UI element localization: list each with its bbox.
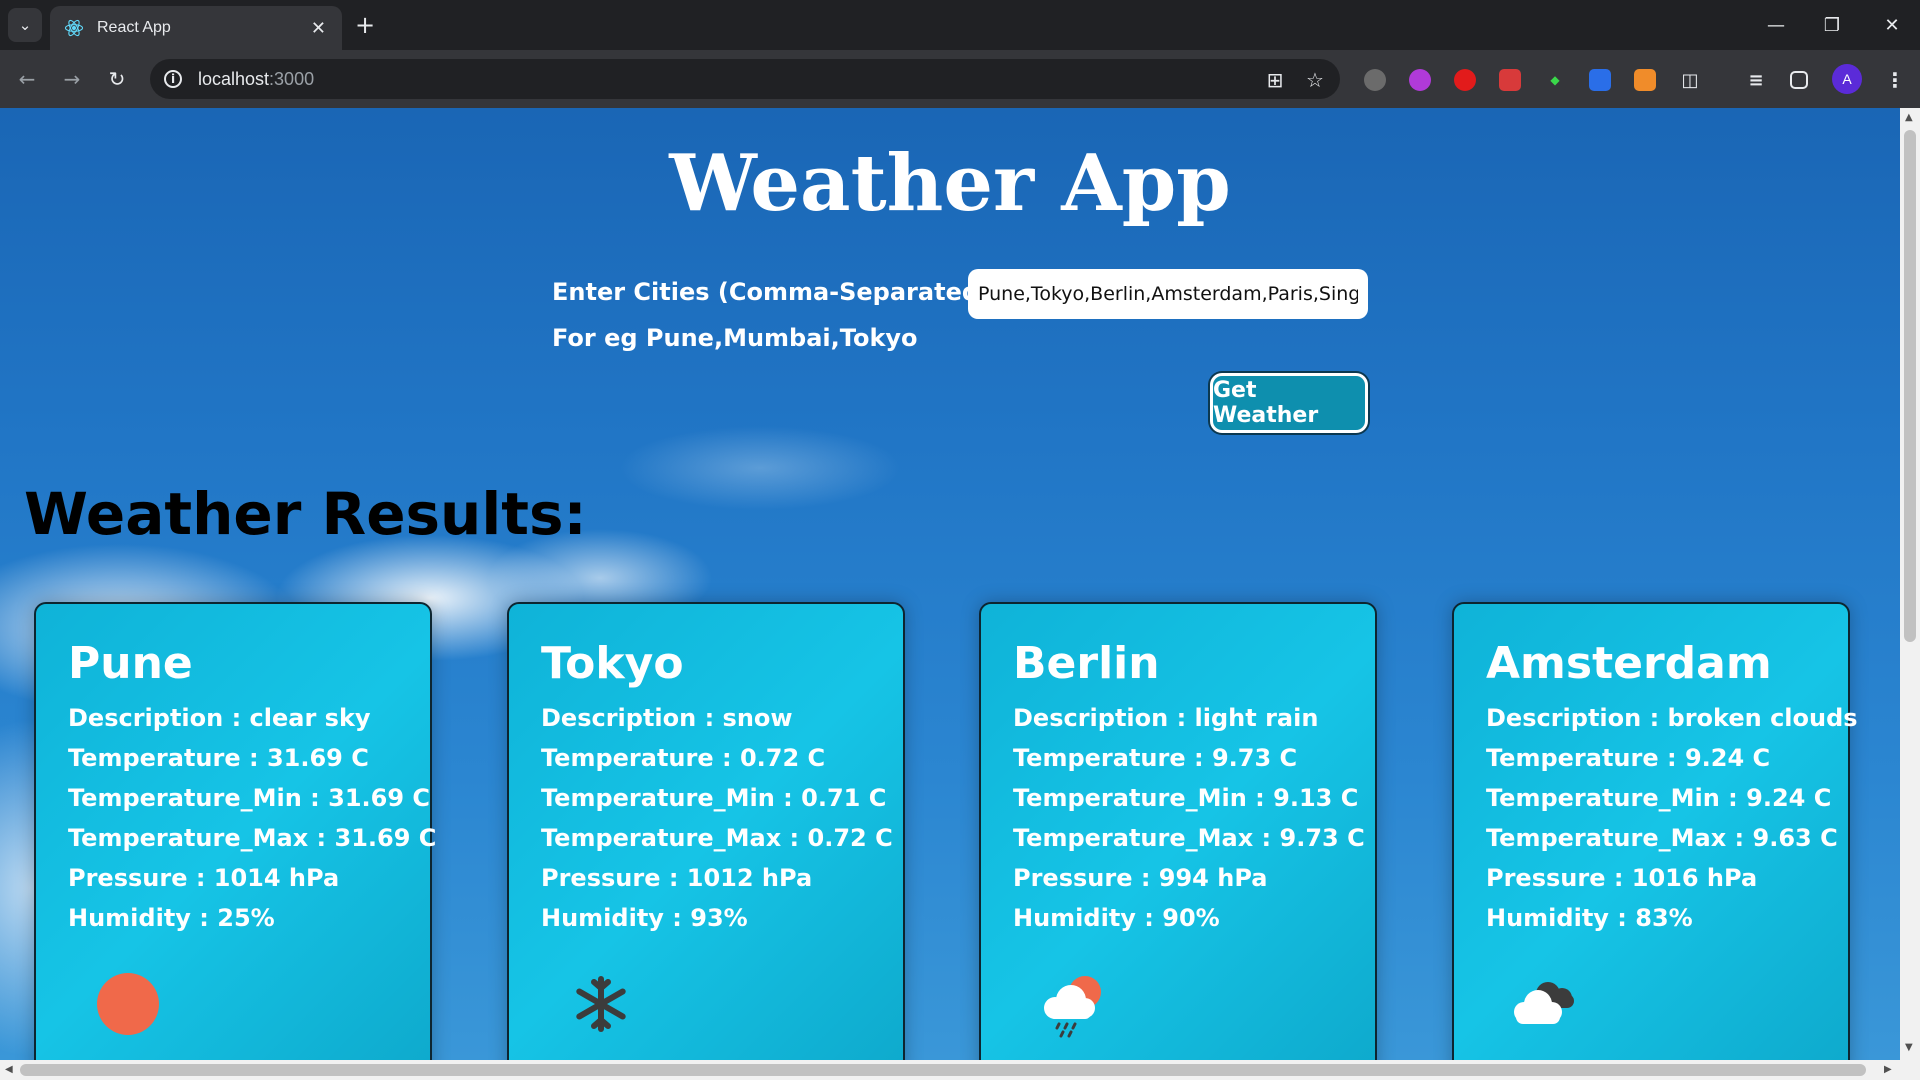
weather-card-amsterdam: Amsterdam Description : broken clouds Te…: [1452, 602, 1858, 1060]
react-logo-icon: [63, 17, 85, 39]
card-pressure: Pressure : 994 hPa: [1013, 864, 1268, 892]
card-pressure: Pressure : 1016 hPa: [1486, 864, 1758, 892]
card-humidity: Humidity : 83%: [1486, 904, 1693, 932]
extensions-puzzle-icon[interactable]: ◫: [1679, 69, 1701, 91]
get-weather-button[interactable]: Get Weather: [1210, 373, 1368, 433]
menu-dots-icon[interactable]: ⋮: [1884, 68, 1906, 92]
card-pressure: Pressure : 1014 hPa: [68, 864, 340, 892]
weather-card-pune: Pune Description : clear sky Temperature…: [34, 602, 436, 1060]
tab-search-button[interactable]: ⌄: [8, 8, 42, 42]
scroll-right-arrow-icon[interactable]: ▶: [1884, 1064, 1892, 1075]
card-description: Description : light rain: [1013, 704, 1319, 732]
url-text: localhost:3000: [198, 68, 315, 89]
card-temperature: Temperature : 9.24 C: [1486, 744, 1771, 772]
browser-toolbar: ← → ↻ i localhost:3000 ⊞ ☆ ◆ ◫ ≡ A ⋮: [0, 50, 1920, 108]
profile-avatar[interactable]: A: [1832, 64, 1862, 94]
cities-example-hint: For eg Pune,Mumbai,Tokyo: [552, 324, 918, 352]
cities-input-label: Enter Cities (Comma-Separated):: [552, 278, 1000, 306]
scroll-up-arrow-icon[interactable]: ▲: [1905, 112, 1913, 123]
minimize-button[interactable]: —: [1748, 0, 1804, 50]
weather-card-tokyo: Tokyo Description : snow Temperature : 0…: [507, 602, 905, 1060]
new-tab-button[interactable]: +: [352, 12, 378, 38]
card-temp-min: Temperature_Min : 0.71 C: [541, 784, 887, 812]
cities-input[interactable]: [968, 269, 1368, 319]
rain-cloud-sun-icon: [1044, 976, 1101, 1038]
page-title: Weather App: [669, 138, 1231, 229]
reload-button[interactable]: ↻: [100, 62, 134, 96]
extension-gray-icon[interactable]: [1364, 69, 1386, 91]
site-info-icon[interactable]: i: [164, 70, 182, 88]
card-city-name: Pune: [68, 638, 193, 689]
card-humidity: Humidity : 93%: [541, 904, 748, 932]
card-description: Description : snow: [541, 704, 793, 732]
card-temp-min: Temperature_Min : 9.13 C: [1013, 784, 1359, 812]
chevron-down-icon: ⌄: [18, 16, 32, 34]
snowflake-icon: [576, 976, 626, 1032]
card-temp-max: Temperature_Max : 0.72 C: [541, 824, 893, 852]
card-temp-max: Temperature_Max : 9.63 C: [1486, 824, 1838, 852]
extension-purple-icon[interactable]: [1409, 69, 1431, 91]
card-temp-max: Temperature_Max : 31.69 C: [68, 824, 437, 852]
forward-button[interactable]: →: [55, 62, 89, 96]
card-temp-max: Temperature_Max : 9.73 C: [1013, 824, 1365, 852]
sun-icon: [97, 973, 159, 1035]
horizontal-scroll-thumb[interactable]: [20, 1064, 1866, 1076]
reading-list-icon[interactable]: ≡: [1745, 69, 1767, 91]
bookmark-star-icon[interactable]: ☆: [1302, 67, 1328, 93]
card-temperature: Temperature : 0.72 C: [541, 744, 826, 772]
browser-tab[interactable]: React App ✕: [50, 6, 342, 50]
card-city-name: Berlin: [1013, 638, 1160, 689]
card-description: Description : clear sky: [68, 704, 371, 732]
card-city-name: Amsterdam: [1486, 638, 1772, 689]
weather-card-berlin: Berlin Description : light rain Temperat…: [979, 602, 1377, 1060]
back-button[interactable]: ←: [10, 62, 44, 96]
tab-strip: ⌄ React App ✕ + — ❐ ✕: [0, 0, 1920, 50]
card-city-name: Tokyo: [541, 638, 684, 689]
scroll-left-arrow-icon[interactable]: ◀: [5, 1064, 13, 1075]
address-bar[interactable]: i localhost:3000 ⊞ ☆: [150, 59, 1340, 99]
tab-close-icon[interactable]: ✕: [311, 18, 326, 39]
extension-red-square-icon[interactable]: [1499, 69, 1521, 91]
window-close-button[interactable]: ✕: [1864, 0, 1920, 50]
card-pressure: Pressure : 1012 hPa: [541, 864, 813, 892]
results-heading: Weather Results:: [24, 480, 587, 548]
extension-green-icon[interactable]: ◆: [1544, 69, 1566, 91]
weather-page: Weather App Enter Cities (Comma-Separate…: [0, 108, 1900, 1060]
card-temp-min: Temperature_Min : 9.24 C: [1486, 784, 1832, 812]
card-temperature: Temperature : 9.73 C: [1013, 744, 1298, 772]
restore-button[interactable]: ❐: [1804, 0, 1860, 50]
install-app-icon[interactable]: ⊞: [1262, 67, 1288, 93]
card-humidity: Humidity : 90%: [1013, 904, 1220, 932]
card-description: Description : broken clouds: [1486, 704, 1858, 732]
extension-fox-icon[interactable]: [1634, 69, 1656, 91]
scroll-down-arrow-icon[interactable]: ▼: [1905, 1042, 1913, 1053]
broken-clouds-icon: [1514, 982, 1574, 1024]
side-panel-icon[interactable]: [1790, 71, 1808, 89]
tab-title: React App: [97, 19, 171, 36]
extension-blue-icon[interactable]: [1589, 69, 1611, 91]
card-temp-min: Temperature_Min : 31.69 C: [68, 784, 431, 812]
card-temperature: Temperature : 31.69 C: [68, 744, 369, 772]
vertical-scroll-thumb[interactable]: [1904, 130, 1916, 642]
card-humidity: Humidity : 25%: [68, 904, 275, 932]
extension-red-hand-icon[interactable]: [1454, 69, 1476, 91]
